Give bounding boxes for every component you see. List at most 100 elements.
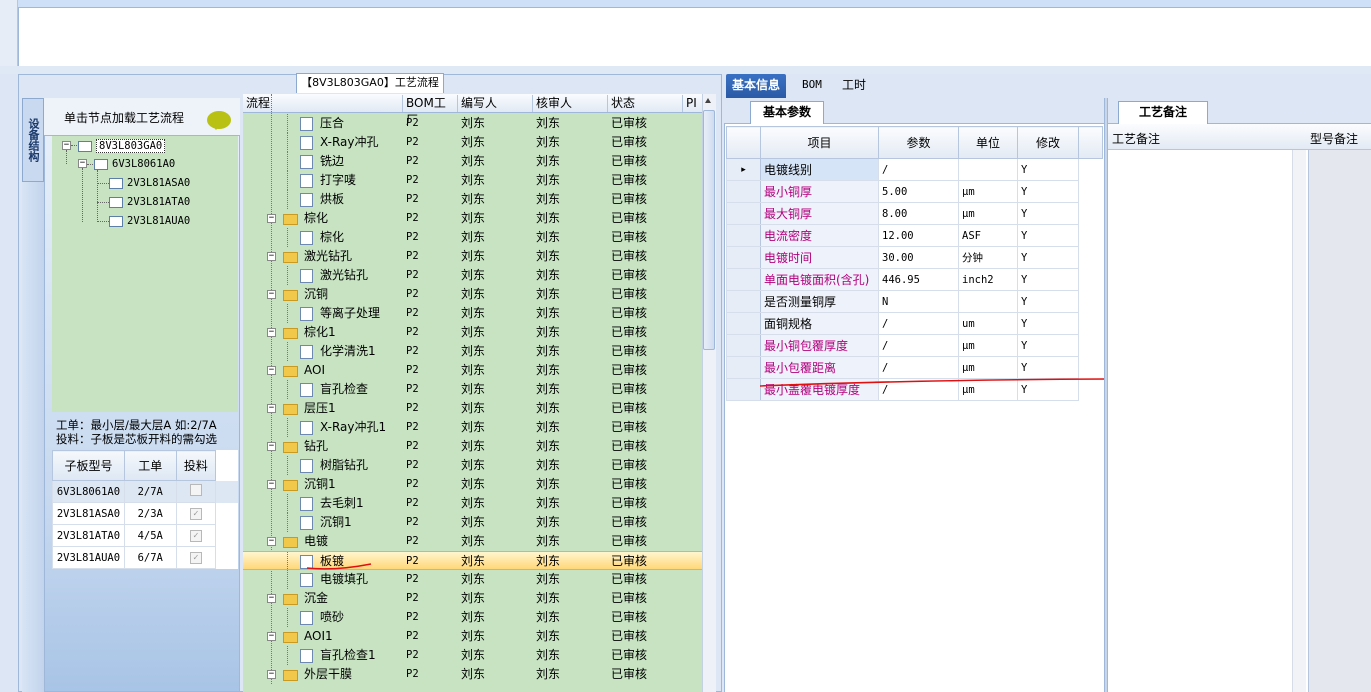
param-value[interactable]: 5.00	[878, 180, 959, 203]
flow-row[interactable]: − AOI P2 刘东 刘东 已审核	[243, 361, 702, 380]
flow-row[interactable]: − 钻孔 P2 刘东 刘东 已审核	[243, 437, 702, 456]
tree-collapse-icon[interactable]: −	[267, 670, 276, 679]
flow-row[interactable]: 喷砂 P2 刘东 刘东 已审核	[243, 608, 702, 627]
col-header-unit[interactable]: 单位	[958, 126, 1018, 159]
col-header-model[interactable]: 子板型号	[52, 450, 125, 481]
flow-row[interactable]: 去毛刺1 P2 刘东 刘东 已审核	[243, 494, 702, 513]
param-row[interactable]: ▸ 电镀线别 / Y	[726, 158, 1103, 181]
feed-checkbox[interactable]: ✓	[189, 508, 202, 520]
param-row[interactable]: 电流密度 12.00 ASF Y	[726, 224, 1103, 247]
tree-node-leaf[interactable]: 2V3L81AUA0	[109, 214, 190, 228]
vertical-tab-structure[interactable]: 设备结构	[22, 98, 44, 182]
tab-basic-params[interactable]: 基本参数	[750, 101, 824, 124]
table-row[interactable]: 6V3L8061A0 2/7A	[52, 480, 238, 503]
flow-row[interactable]: X-Ray冲孔1 P2 刘东 刘东 已审核	[243, 418, 702, 437]
param-value[interactable]: 8.00	[878, 202, 959, 225]
param-value[interactable]: /	[878, 356, 959, 379]
table-row[interactable]: 2V3L81AUA0 6/7A ✓	[52, 546, 238, 569]
col-header-model-note[interactable]: 型号备注	[1310, 130, 1358, 147]
col-header-reviewer[interactable]: 核审人	[533, 95, 608, 112]
param-value[interactable]: N	[878, 290, 959, 313]
col-header-value[interactable]: 参数	[878, 126, 959, 159]
horizontal-splitter[interactable]	[0, 66, 1371, 74]
param-row[interactable]: 面铜规格 / um Y	[726, 312, 1103, 335]
notes-scrollbar[interactable]	[1292, 150, 1306, 692]
tree-collapse-icon[interactable]: −	[78, 159, 87, 168]
cell-feed[interactable]: ✓	[175, 546, 217, 569]
col-header-order[interactable]: 工单	[123, 450, 177, 481]
tree-node-child[interactable]: 6V3L8061A0	[94, 157, 175, 171]
tab-bom[interactable]: BOM	[796, 74, 828, 98]
tree-collapse-icon[interactable]: −	[267, 404, 276, 413]
cell-feed[interactable]: ✓	[175, 524, 217, 547]
table-row[interactable]: 2V3L81ASA0 2/3A ✓	[52, 502, 238, 525]
flow-row[interactable]: 化学清洗1 P2 刘东 刘东 已审核	[243, 342, 702, 361]
tree-collapse-icon[interactable]: −	[267, 328, 276, 337]
process-note-textarea[interactable]	[1108, 150, 1306, 692]
param-value[interactable]: 12.00	[878, 224, 959, 247]
flow-row[interactable]: − 棕化 P2 刘东 刘东 已审核	[243, 209, 702, 228]
col-header-plant[interactable]: BOM工厂	[403, 95, 458, 127]
row-indicator[interactable]	[726, 180, 761, 203]
col-header-feed[interactable]: 投料	[175, 450, 217, 481]
row-indicator[interactable]	[726, 290, 761, 313]
flow-row[interactable]: 沉铜1 P2 刘东 刘东 已审核	[243, 513, 702, 532]
tree-collapse-icon[interactable]: −	[267, 252, 276, 261]
flow-row[interactable]: 铣边 P2 刘东 刘东 已审核	[243, 152, 702, 171]
param-value[interactable]: 446.95	[878, 268, 959, 291]
row-indicator[interactable]	[726, 312, 761, 335]
param-row[interactable]: 是否测量铜厚 N Y	[726, 290, 1103, 313]
tree-node-root[interactable]: 8V3L803GA0	[78, 139, 166, 153]
cell-feed[interactable]: ✓	[175, 502, 217, 525]
flow-row[interactable]: 激光钻孔 P2 刘东 刘东 已审核	[243, 266, 702, 285]
param-value[interactable]: /	[878, 312, 959, 335]
tab-process-notes[interactable]: 工艺备注	[1118, 101, 1208, 124]
tab-basic-info[interactable]: 基本信息	[726, 74, 787, 98]
flow-row[interactable]: 烘板 P2 刘东 刘东 已审核	[243, 190, 702, 209]
tree-collapse-icon[interactable]: −	[267, 214, 276, 223]
table-row[interactable]: 2V3L81ATA0 4/5A ✓	[52, 524, 238, 547]
param-row[interactable]: 最小包覆距离 / μm Y	[726, 356, 1103, 379]
param-value[interactable]: /	[878, 334, 959, 357]
flow-row[interactable]: 盲孔检查1 P2 刘东 刘东 已审核	[243, 646, 702, 665]
col-header-item[interactable]: 项目	[760, 126, 879, 159]
scroll-up-icon[interactable]	[705, 98, 711, 103]
flow-row[interactable]: − 棕化1 P2 刘东 刘东 已审核	[243, 323, 702, 342]
flow-row[interactable]: − 沉铜 P2 刘东 刘东 已审核	[243, 285, 702, 304]
feed-checkbox[interactable]: ✓	[189, 552, 202, 564]
cell-feed[interactable]	[175, 480, 217, 503]
flow-row[interactable]: 打字唛 P2 刘东 刘东 已审核	[243, 171, 702, 190]
flow-row[interactable]: 树脂钻孔 P2 刘东 刘东 已审核	[243, 456, 702, 475]
param-value[interactable]: 30.00	[878, 246, 959, 269]
top-grid-selected-row[interactable]	[18, 0, 1371, 8]
row-indicator[interactable]: ▸	[726, 158, 761, 181]
tree-collapse-icon[interactable]: −	[62, 141, 71, 150]
flow-row[interactable]: X-Ray冲孔 P2 刘东 刘东 已审核	[243, 133, 702, 152]
col-header-author[interactable]: 编写人	[458, 95, 533, 112]
col-header-flow[interactable]: 流程	[243, 95, 403, 112]
row-indicator[interactable]	[726, 224, 761, 247]
tree-collapse-icon[interactable]: −	[267, 594, 276, 603]
tree-node-leaf[interactable]: 2V3L81ATA0	[109, 195, 190, 209]
param-row[interactable]: 最大铜厚 8.00 μm Y	[726, 202, 1103, 225]
flow-tab-title[interactable]: 【8V3L803GA0】工艺流程	[296, 73, 444, 93]
model-note-area[interactable]	[1308, 150, 1371, 692]
flow-row[interactable]: − 外层干膜 P2 刘东 刘东 已审核	[243, 665, 702, 684]
row-indicator[interactable]	[726, 334, 761, 357]
flow-row[interactable]: − AOI1 P2 刘东 刘东 已审核	[243, 627, 702, 646]
param-value[interactable]: /	[878, 158, 959, 181]
feed-checkbox[interactable]: ✓	[189, 530, 202, 542]
col-header-pi[interactable]: PI	[683, 95, 702, 112]
tree-collapse-icon[interactable]: −	[267, 537, 276, 546]
param-row[interactable]: 最小铜厚 5.00 μm Y	[726, 180, 1103, 203]
flow-grid-scroll-thumb[interactable]	[703, 110, 715, 350]
flow-row[interactable]: − 沉金 P2 刘东 刘东 已审核	[243, 589, 702, 608]
flow-row[interactable]: − 激光钻孔 P2 刘东 刘东 已审核	[243, 247, 702, 266]
flow-row[interactable]: − 沉铜1 P2 刘东 刘东 已审核	[243, 475, 702, 494]
tab-work-hours[interactable]: 工时	[836, 74, 872, 98]
flow-row[interactable]: − 电镀 P2 刘东 刘东 已审核	[243, 532, 702, 551]
flow-row[interactable]: 棕化 P2 刘东 刘东 已审核	[243, 228, 702, 247]
tree-collapse-icon[interactable]: −	[267, 632, 276, 641]
col-header-status[interactable]: 状态	[608, 95, 683, 112]
param-row[interactable]: 电镀时间 30.00 分钟 Y	[726, 246, 1103, 269]
